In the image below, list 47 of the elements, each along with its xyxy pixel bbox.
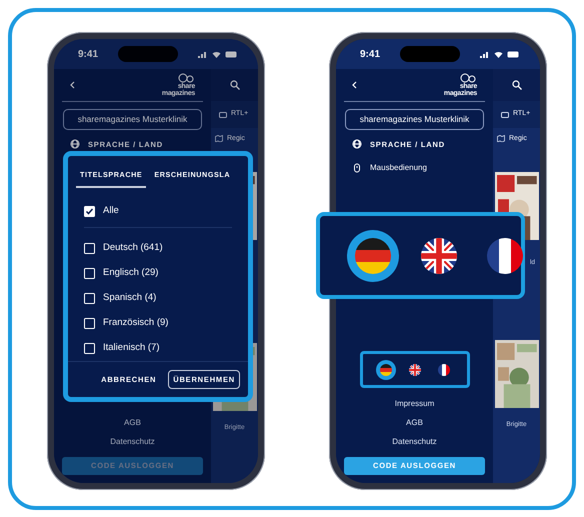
flag-icon <box>421 238 457 274</box>
status-time: 9:41 <box>78 48 98 62</box>
map-icon <box>215 135 223 142</box>
account-field[interactable]: sharemagazines Musterklinik <box>345 109 484 130</box>
signal-icon <box>480 50 490 58</box>
status-time: 9:41 <box>360 48 380 62</box>
flag-option[interactable] <box>408 364 420 376</box>
search-icon[interactable] <box>230 80 240 90</box>
menu-item[interactable]: Mausbedienung <box>336 162 493 174</box>
flag-icon <box>380 364 392 376</box>
flag-option[interactable] <box>421 238 457 274</box>
flag-icon <box>355 238 391 274</box>
flag-option[interactable] <box>438 364 450 376</box>
battery-icon <box>224 50 238 58</box>
flag-option[interactable] <box>487 238 523 274</box>
footer-link[interactable]: Datenschutz <box>110 434 155 449</box>
back-button[interactable] <box>352 79 357 91</box>
tv-icon <box>219 110 227 118</box>
checkbox-option[interactable]: Französisch (9) <box>84 310 232 336</box>
flag-icon <box>408 364 420 376</box>
wifi-icon <box>212 50 221 58</box>
checkbox-option[interactable]: Englisch (29) <box>84 260 232 286</box>
footer-link[interactable]: AGB <box>406 415 423 430</box>
footer-link[interactable]: Datenschutz <box>392 434 437 449</box>
back-button[interactable] <box>70 79 75 91</box>
map-icon <box>497 135 505 142</box>
globe-icon <box>352 139 362 150</box>
mouse-icon <box>352 163 362 173</box>
flag-icon <box>438 364 450 376</box>
battery-icon <box>506 50 520 58</box>
flag-option[interactable] <box>376 360 396 380</box>
globe-icon <box>70 139 80 150</box>
check-icon <box>85 206 94 216</box>
camera-island <box>118 46 178 62</box>
footer-link[interactable]: Impressum <box>394 396 434 411</box>
camera-island <box>400 46 460 62</box>
account-field[interactable]: sharemagazines Musterklinik <box>63 109 202 130</box>
checkbox-option[interactable]: Italienisch (7) <box>84 336 232 361</box>
wifi-icon <box>494 50 503 58</box>
search-icon[interactable] <box>512 80 522 90</box>
checkbox-option[interactable]: Spanisch (4) <box>84 286 232 311</box>
footer-link[interactable]: AGB <box>124 415 141 430</box>
signal-icon <box>198 50 208 58</box>
checkbox-option[interactable]: Deutsch (641) <box>84 236 232 261</box>
flag-option[interactable] <box>347 230 399 282</box>
flag-icon <box>487 238 523 274</box>
tv-icon <box>501 110 509 118</box>
